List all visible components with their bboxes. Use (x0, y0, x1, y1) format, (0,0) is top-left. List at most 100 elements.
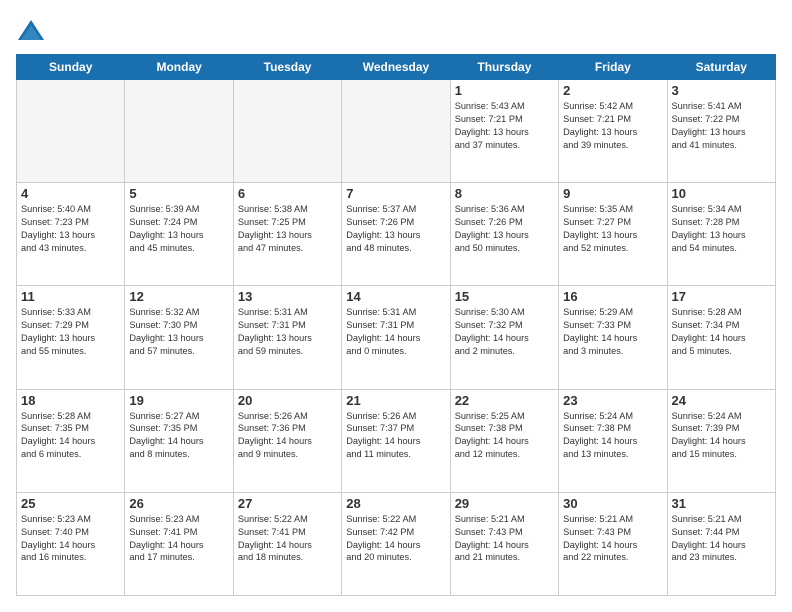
calendar-week-row: 1 Sunrise: 5:43 AM Sunset: 7:21 PM Daylig… (17, 80, 776, 183)
calendar-cell: 26Sunrise: 5:23 AM Sunset: 7:41 PM Dayli… (125, 492, 233, 595)
day-number: 19 (129, 393, 228, 408)
calendar-cell: 16 Sunrise: 5:29 AM Sunset: 7:33 PM Dayli… (559, 286, 667, 389)
calendar-day-header: Sunday (17, 55, 125, 80)
day-number: 22 (455, 393, 554, 408)
calendar-cell: 4 Sunrise: 5:40 AM Sunset: 7:23 PM Daylig… (17, 183, 125, 286)
calendar-header-row: SundayMondayTuesdayWednesdayThursdayFrid… (17, 55, 776, 80)
calendar-cell: 19 Sunrise: 5:27 AM Sunset: 7:35 PM Dayli… (125, 389, 233, 492)
calendar-cell: 11 Sunrise: 5:33 AM Sunset: 7:29 PM Dayli… (17, 286, 125, 389)
day-number: 12 (129, 289, 228, 304)
day-number: 20 (238, 393, 337, 408)
calendar-cell: 24 Sunrise: 5:24 AM Sunset: 7:39 PM Dayli… (667, 389, 775, 492)
day-number: 23 (563, 393, 662, 408)
calendar-cell: 20 Sunrise: 5:26 AM Sunset: 7:36 PM Dayli… (233, 389, 341, 492)
day-number: 14 (346, 289, 445, 304)
day-number: 5 (129, 186, 228, 201)
calendar-week-row: 25 Sunrise: 5:23 AM Sunset: 7:40 PM Dayli… (17, 492, 776, 595)
day-number: 11 (21, 289, 120, 304)
day-number: 8 (455, 186, 554, 201)
calendar-cell: 31 Sunrise: 5:21 AM Sunset: 7:44 PM Dayli… (667, 492, 775, 595)
day-number: 1 (455, 83, 554, 98)
day-number: 17 (672, 289, 771, 304)
calendar-cell (125, 80, 233, 183)
calendar-cell: 5 Sunrise: 5:39 AM Sunset: 7:24 PM Daylig… (125, 183, 233, 286)
calendar-cell: 3Sunrise: 5:41 AM Sunset: 7:22 PM Daylig… (667, 80, 775, 183)
day-number: 27 (238, 496, 337, 511)
day-info: Sunrise: 5:29 AM Sunset: 7:33 PM Dayligh… (563, 306, 662, 358)
day-info: Sunrise: 5:31 AM Sunset: 7:31 PM Dayligh… (346, 306, 445, 358)
day-info: Sunrise: 5:31 AM Sunset: 7:31 PM Dayligh… (238, 306, 337, 358)
calendar-day-header: Saturday (667, 55, 775, 80)
header (16, 16, 776, 46)
day-info: Sunrise: 5:23 AM Sunset: 7:40 PM Dayligh… (21, 513, 120, 565)
day-info: Sunrise: 5:43 AM Sunset: 7:21 PM Dayligh… (455, 100, 554, 152)
day-info: Sunrise: 5:34 AM Sunset: 7:28 PM Dayligh… (672, 203, 771, 255)
calendar-cell: 6 Sunrise: 5:38 AM Sunset: 7:25 PM Daylig… (233, 183, 341, 286)
day-number: 6 (238, 186, 337, 201)
calendar-cell: 30 Sunrise: 5:21 AM Sunset: 7:43 PM Dayli… (559, 492, 667, 595)
day-number: 25 (21, 496, 120, 511)
day-info: Sunrise: 5:36 AM Sunset: 7:26 PM Dayligh… (455, 203, 554, 255)
page: SundayMondayTuesdayWednesdayThursdayFrid… (0, 0, 792, 612)
calendar-cell: 14 Sunrise: 5:31 AM Sunset: 7:31 PM Dayli… (342, 286, 450, 389)
day-number: 10 (672, 186, 771, 201)
calendar-day-header: Tuesday (233, 55, 341, 80)
day-info: Sunrise: 5:24 AM Sunset: 7:39 PM Dayligh… (672, 410, 771, 462)
calendar-cell: 17 Sunrise: 5:28 AM Sunset: 7:34 PM Dayli… (667, 286, 775, 389)
day-number: 3 (672, 83, 771, 98)
calendar-week-row: 4 Sunrise: 5:40 AM Sunset: 7:23 PM Daylig… (17, 183, 776, 286)
day-info: Sunrise: 5:33 AM Sunset: 7:29 PM Dayligh… (21, 306, 120, 358)
day-info: Sunrise: 5:26 AM Sunset: 7:36 PM Dayligh… (238, 410, 337, 462)
calendar-cell: 2 Sunrise: 5:42 AM Sunset: 7:21 PM Daylig… (559, 80, 667, 183)
day-number: 28 (346, 496, 445, 511)
day-number: 2 (563, 83, 662, 98)
day-number: 21 (346, 393, 445, 408)
day-info: Sunrise: 5:39 AM Sunset: 7:24 PM Dayligh… (129, 203, 228, 255)
logo (16, 16, 50, 46)
day-info: Sunrise: 5:42 AM Sunset: 7:21 PM Dayligh… (563, 100, 662, 152)
day-info: Sunrise: 5:27 AM Sunset: 7:35 PM Dayligh… (129, 410, 228, 462)
day-info: Sunrise: 5:22 AM Sunset: 7:41 PM Dayligh… (238, 513, 337, 565)
day-info: Sunrise: 5:38 AM Sunset: 7:25 PM Dayligh… (238, 203, 337, 255)
day-number: 9 (563, 186, 662, 201)
calendar-cell (17, 80, 125, 183)
day-number: 24 (672, 393, 771, 408)
calendar-week-row: 18Sunrise: 5:28 AM Sunset: 7:35 PM Dayli… (17, 389, 776, 492)
calendar-cell: 12Sunrise: 5:32 AM Sunset: 7:30 PM Dayli… (125, 286, 233, 389)
day-number: 15 (455, 289, 554, 304)
calendar-cell: 29 Sunrise: 5:21 AM Sunset: 7:43 PM Dayli… (450, 492, 558, 595)
calendar-cell: 8 Sunrise: 5:36 AM Sunset: 7:26 PM Daylig… (450, 183, 558, 286)
calendar-cell: 22 Sunrise: 5:25 AM Sunset: 7:38 PM Dayli… (450, 389, 558, 492)
day-number: 29 (455, 496, 554, 511)
calendar-cell (342, 80, 450, 183)
day-info: Sunrise: 5:21 AM Sunset: 7:43 PM Dayligh… (455, 513, 554, 565)
day-info: Sunrise: 5:23 AM Sunset: 7:41 PM Dayligh… (129, 513, 228, 565)
calendar-cell (233, 80, 341, 183)
day-info: Sunrise: 5:21 AM Sunset: 7:44 PM Dayligh… (672, 513, 771, 565)
calendar-cell: 28 Sunrise: 5:22 AM Sunset: 7:42 PM Dayli… (342, 492, 450, 595)
calendar-cell: 13 Sunrise: 5:31 AM Sunset: 7:31 PM Dayli… (233, 286, 341, 389)
day-number: 4 (21, 186, 120, 201)
calendar-week-row: 11 Sunrise: 5:33 AM Sunset: 7:29 PM Dayli… (17, 286, 776, 389)
logo-icon (16, 16, 46, 46)
calendar-cell: 9Sunrise: 5:35 AM Sunset: 7:27 PM Daylig… (559, 183, 667, 286)
day-number: 30 (563, 496, 662, 511)
day-number: 16 (563, 289, 662, 304)
calendar-cell: 23Sunrise: 5:24 AM Sunset: 7:38 PM Dayli… (559, 389, 667, 492)
calendar-day-header: Monday (125, 55, 233, 80)
calendar-cell: 10 Sunrise: 5:34 AM Sunset: 7:28 PM Dayli… (667, 183, 775, 286)
day-number: 13 (238, 289, 337, 304)
day-info: Sunrise: 5:22 AM Sunset: 7:42 PM Dayligh… (346, 513, 445, 565)
day-info: Sunrise: 5:28 AM Sunset: 7:34 PM Dayligh… (672, 306, 771, 358)
day-info: Sunrise: 5:30 AM Sunset: 7:32 PM Dayligh… (455, 306, 554, 358)
day-info: Sunrise: 5:21 AM Sunset: 7:43 PM Dayligh… (563, 513, 662, 565)
day-info: Sunrise: 5:25 AM Sunset: 7:38 PM Dayligh… (455, 410, 554, 462)
day-info: Sunrise: 5:28 AM Sunset: 7:35 PM Dayligh… (21, 410, 120, 462)
day-number: 31 (672, 496, 771, 511)
calendar-cell: 18Sunrise: 5:28 AM Sunset: 7:35 PM Dayli… (17, 389, 125, 492)
calendar-day-header: Thursday (450, 55, 558, 80)
calendar-day-header: Friday (559, 55, 667, 80)
day-info: Sunrise: 5:40 AM Sunset: 7:23 PM Dayligh… (21, 203, 120, 255)
calendar-cell: 15 Sunrise: 5:30 AM Sunset: 7:32 PM Dayli… (450, 286, 558, 389)
calendar-cell: 21Sunrise: 5:26 AM Sunset: 7:37 PM Dayli… (342, 389, 450, 492)
